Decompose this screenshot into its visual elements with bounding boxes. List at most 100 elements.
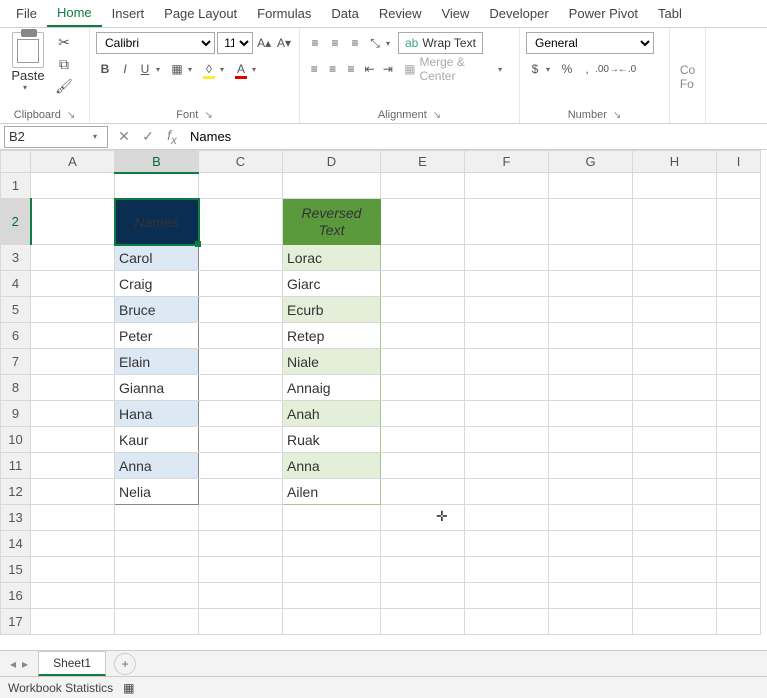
paste-button[interactable]: Paste ▾ bbox=[6, 32, 50, 96]
orientation-dropdown-icon[interactable]: ▾ bbox=[386, 39, 396, 48]
decrease-indent-icon[interactable]: ⇤ bbox=[361, 58, 377, 80]
italic-button[interactable]: I bbox=[116, 58, 134, 80]
add-sheet-button[interactable]: + bbox=[114, 653, 136, 675]
percent-icon[interactable]: % bbox=[558, 58, 576, 80]
align-right-icon[interactable]: ≡ bbox=[343, 58, 359, 80]
col-header-b[interactable]: B bbox=[115, 151, 199, 173]
row-header-8[interactable]: 8 bbox=[1, 375, 31, 401]
workbook-statistics-label[interactable]: Workbook Statistics bbox=[8, 681, 113, 695]
tab-formulas[interactable]: Formulas bbox=[247, 1, 321, 26]
align-bottom-icon[interactable]: ≡ bbox=[346, 32, 364, 54]
increase-indent-icon[interactable]: ⇥ bbox=[380, 58, 396, 80]
tab-review[interactable]: Review bbox=[369, 1, 432, 26]
cell-d8[interactable]: Annaig bbox=[283, 375, 381, 401]
align-left-icon[interactable]: ≡ bbox=[306, 58, 322, 80]
border-button[interactable]: ▦ bbox=[168, 58, 186, 80]
currency-icon[interactable]: $ bbox=[526, 58, 544, 80]
row-header-3[interactable]: 3 bbox=[1, 245, 31, 271]
tab-home[interactable]: Home bbox=[47, 0, 102, 27]
font-color-dropdown-icon[interactable]: ▾ bbox=[252, 65, 262, 74]
row-header-12[interactable]: 12 bbox=[1, 479, 31, 505]
alignment-expand-icon[interactable]: ↘ bbox=[433, 110, 441, 121]
col-header-f[interactable]: F bbox=[465, 151, 549, 173]
formula-input[interactable] bbox=[184, 126, 767, 148]
col-header-e[interactable]: E bbox=[381, 151, 465, 173]
format-painter-button[interactable]: 🖌 bbox=[54, 76, 74, 96]
fill-color-button[interactable]: ◊ bbox=[200, 58, 218, 80]
col-header-h[interactable]: H bbox=[633, 151, 717, 173]
select-all-corner[interactable] bbox=[1, 151, 31, 173]
fill-dropdown-icon[interactable]: ▾ bbox=[220, 65, 230, 74]
row-header-15[interactable]: 15 bbox=[1, 557, 31, 583]
cell-b5[interactable]: Bruce bbox=[115, 297, 199, 323]
col-header-d[interactable]: D bbox=[283, 151, 381, 173]
cell-d4[interactable]: Giarc bbox=[283, 271, 381, 297]
font-expand-icon[interactable]: ↘ bbox=[204, 110, 212, 121]
clipboard-expand-icon[interactable]: ↘ bbox=[67, 110, 75, 121]
align-center-icon[interactable]: ≡ bbox=[324, 58, 340, 80]
row-header-17[interactable]: 17 bbox=[1, 609, 31, 635]
format-table-label[interactable]: Fo bbox=[680, 77, 695, 91]
align-top-icon[interactable]: ≡ bbox=[306, 32, 324, 54]
cell-b4[interactable]: Craig bbox=[115, 271, 199, 297]
currency-dropdown-icon[interactable]: ▾ bbox=[546, 65, 556, 74]
tab-power-pivot[interactable]: Power Pivot bbox=[559, 1, 648, 26]
cell-b9[interactable]: Hana bbox=[115, 401, 199, 427]
cell-b6[interactable]: Peter bbox=[115, 323, 199, 349]
cell-b11[interactable]: Anna bbox=[115, 453, 199, 479]
cell-d2[interactable]: Reversed Text bbox=[283, 199, 381, 245]
cell-d12[interactable]: Ailen bbox=[283, 479, 381, 505]
wrap-text-button[interactable]: ab Wrap Text bbox=[398, 32, 483, 54]
decrease-decimal-icon[interactable]: ←.0 bbox=[618, 58, 636, 80]
underline-button[interactable]: U bbox=[136, 58, 154, 80]
row-header-7[interactable]: 7 bbox=[1, 349, 31, 375]
tab-developer[interactable]: Developer bbox=[479, 1, 558, 26]
cell-d11[interactable]: Anna bbox=[283, 453, 381, 479]
sheet-tab-sheet1[interactable]: Sheet1 bbox=[38, 651, 106, 676]
cell-b3[interactable]: Carol bbox=[115, 245, 199, 271]
row-header-13[interactable]: 13 bbox=[1, 505, 31, 531]
merge-dropdown-icon[interactable]: ▾ bbox=[498, 65, 507, 74]
tab-insert[interactable]: Insert bbox=[102, 1, 155, 26]
merge-center-button[interactable]: ▦ Merge & Center ▾ bbox=[398, 58, 513, 80]
increase-decimal-icon[interactable]: .00→ bbox=[598, 58, 616, 80]
row-header-11[interactable]: 11 bbox=[1, 453, 31, 479]
enter-formula-icon[interactable]: ✓ bbox=[136, 126, 160, 148]
cell-d3[interactable]: Lorac bbox=[283, 245, 381, 271]
row-header-5[interactable]: 5 bbox=[1, 297, 31, 323]
paste-dropdown-icon[interactable]: ▾ bbox=[23, 83, 33, 92]
sheet-nav-prev-icon[interactable]: ◂ bbox=[10, 657, 16, 671]
font-size-select[interactable]: 11 bbox=[217, 32, 253, 54]
cancel-formula-icon[interactable]: ✕ bbox=[112, 126, 136, 148]
tab-data[interactable]: Data bbox=[321, 1, 368, 26]
number-expand-icon[interactable]: ↘ bbox=[613, 110, 621, 121]
row-header-9[interactable]: 9 bbox=[1, 401, 31, 427]
row-header-2[interactable]: 2 bbox=[1, 199, 31, 245]
font-name-select[interactable]: Calibri bbox=[96, 32, 215, 54]
col-header-i[interactable]: I bbox=[717, 151, 761, 173]
worksheet-grid[interactable]: A B C D E F G H I 1 2 Names Reversed Tex… bbox=[0, 150, 767, 644]
font-color-button[interactable]: A bbox=[232, 58, 250, 80]
underline-dropdown-icon[interactable]: ▾ bbox=[156, 65, 166, 74]
cell-d9[interactable]: Anah bbox=[283, 401, 381, 427]
bold-button[interactable]: B bbox=[96, 58, 114, 80]
row-header-1[interactable]: 1 bbox=[1, 173, 31, 199]
cond-format-label[interactable]: Co bbox=[680, 63, 695, 77]
cell-d10[interactable]: Ruak bbox=[283, 427, 381, 453]
cell-b8[interactable]: Gianna bbox=[115, 375, 199, 401]
tab-table[interactable]: Tabl bbox=[648, 1, 692, 26]
increase-font-icon[interactable]: A▴ bbox=[255, 32, 273, 54]
name-box[interactable]: B2 ▾ bbox=[4, 126, 108, 148]
tab-page-layout[interactable]: Page Layout bbox=[154, 1, 247, 26]
tab-view[interactable]: View bbox=[431, 1, 479, 26]
name-box-dropdown-icon[interactable]: ▾ bbox=[93, 132, 103, 141]
sheet-nav-next-icon[interactable]: ▸ bbox=[22, 657, 28, 671]
col-header-a[interactable]: A bbox=[31, 151, 115, 173]
cell-b2[interactable]: Names bbox=[115, 199, 199, 245]
row-header-4[interactable]: 4 bbox=[1, 271, 31, 297]
col-header-g[interactable]: G bbox=[549, 151, 633, 173]
tab-file[interactable]: File bbox=[6, 1, 47, 26]
col-header-c[interactable]: C bbox=[199, 151, 283, 173]
cell-d7[interactable]: Niale bbox=[283, 349, 381, 375]
copy-button[interactable]: ⧉ bbox=[54, 54, 74, 74]
